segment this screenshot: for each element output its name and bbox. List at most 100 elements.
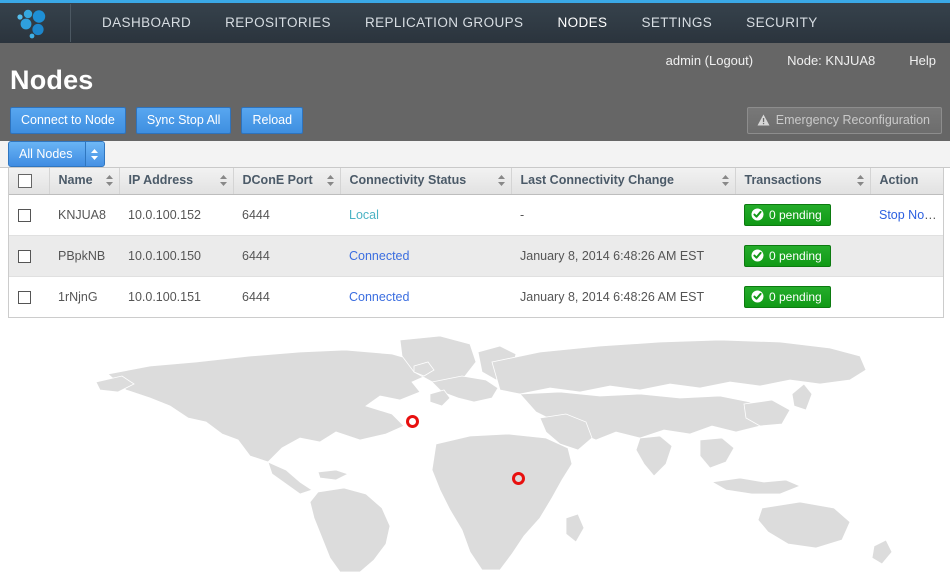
column-label-name: Name: [58, 173, 93, 188]
node-marker-africa[interactable]: [512, 472, 525, 485]
select-all-header: [9, 168, 50, 195]
row-select-cell: [9, 235, 49, 277]
nav-item-repositories[interactable]: REPOSITORIES: [208, 3, 348, 43]
nav-item-settings[interactable]: SETTINGS: [624, 3, 729, 43]
nav-item-list: DASHBOARD REPOSITORIES REPLICATION GROUP…: [85, 3, 835, 43]
nodes-page: DASHBOARD REPOSITORIES REPLICATION GROUP…: [0, 0, 950, 572]
status-badge[interactable]: 0 pending: [744, 244, 831, 267]
cell-action: Stop Node: [870, 194, 943, 236]
row-select-cell: [9, 194, 49, 236]
nav-item-nodes[interactable]: NODES: [540, 3, 624, 43]
nav-item-replication-groups[interactable]: REPLICATION GROUPS: [348, 3, 540, 43]
page-header-area: admin (Logout) Node: KNJUA8 Help Nodes C…: [0, 43, 950, 141]
sync-stop-all-button[interactable]: Sync Stop All: [135, 107, 232, 135]
table-row: PBpkNB 10.0.100.150 6444 Connected Janua…: [9, 235, 943, 277]
check-circle-icon: [751, 208, 764, 221]
cell-name: PBpkNB: [49, 235, 119, 277]
nav-item-security[interactable]: SECURITY: [729, 3, 834, 43]
cell-transactions: 0 pending: [735, 235, 870, 277]
row-checkbox[interactable]: [18, 290, 31, 304]
cell-ip-address: 10.0.100.151: [128, 289, 201, 304]
status-badge-label: 0 pending: [769, 289, 822, 304]
top-navigation-bar: DASHBOARD REPOSITORIES REPLICATION GROUP…: [0, 0, 950, 43]
user-logout-link[interactable]: admin (Logout): [666, 53, 753, 68]
table-row: 1rNjnG 10.0.100.151 6444 Connected Janua…: [9, 276, 943, 317]
select-all-checkbox[interactable]: [18, 173, 32, 188]
cell-last-connectivity-change: January 8, 2014 6:48:26 AM EST: [520, 289, 705, 304]
help-link[interactable]: Help: [909, 53, 936, 68]
sort-arrows-icon: [105, 174, 113, 186]
filter-bar: All Nodes: [0, 141, 950, 168]
connectivity-status-link[interactable]: Connected: [349, 290, 409, 304]
sort-arrows-icon: [721, 174, 729, 186]
world-map-svg: [95, 335, 893, 572]
emergency-reconfiguration-label: Emergency Reconfiguration: [775, 113, 930, 127]
column-header-connectivity-status[interactable]: Connectivity Status: [340, 168, 512, 195]
row-checkbox[interactable]: [18, 208, 31, 222]
column-label-dcone-port: DConE Port: [242, 173, 313, 188]
cell-transactions: 0 pending: [735, 276, 870, 317]
column-label-transactions: Transactions: [744, 173, 822, 188]
column-label-last-connectivity-change: Last Connectivity Change: [520, 173, 675, 188]
table-row: KNJUA8 10.0.100.152 6444 Local - 0 pendi…: [9, 194, 943, 236]
action-button-row: Connect to Node Sync Stop All Reload: [10, 107, 304, 135]
column-header-last-connectivity-change[interactable]: Last Connectivity Change: [511, 168, 736, 195]
emergency-reconfiguration-button[interactable]: Emergency Reconfiguration: [746, 107, 942, 135]
column-header-transactions[interactable]: Transactions: [735, 168, 871, 195]
cell-action: [870, 276, 943, 317]
cell-action: [870, 235, 943, 277]
cell-connectivity-status: Local: [340, 194, 511, 236]
sort-arrows-icon: [219, 174, 227, 186]
connectivity-status-link[interactable]: Local: [349, 208, 379, 222]
warning-triangle-icon: [757, 114, 770, 126]
world-map[interactable]: [0, 322, 950, 572]
check-circle-icon: [751, 290, 764, 303]
check-circle-icon: [751, 249, 764, 262]
cell-ip-address: 10.0.100.150: [119, 235, 233, 277]
column-label-connectivity-status: Connectivity Status: [349, 173, 467, 188]
current-node-label: Node: KNJUA8: [787, 53, 876, 68]
page-title: Nodes: [10, 65, 94, 95]
node-filter-value: All Nodes: [19, 147, 73, 161]
logo-divider: [70, 4, 71, 42]
cell-dcone-port: 6444: [233, 235, 340, 277]
cell-name: KNJUA8: [49, 194, 119, 236]
cluster-dots-logo[interactable]: [8, 3, 64, 43]
node-filter-select[interactable]: All Nodes: [8, 141, 105, 167]
column-header-dcone-port[interactable]: DConE Port: [233, 168, 341, 195]
sort-arrows-icon: [326, 174, 334, 186]
column-header-action: Action: [870, 168, 943, 195]
nodes-table: Name IP Address DConE Port Connectivity …: [9, 168, 943, 317]
nav-item-dashboard[interactable]: DASHBOARD: [85, 3, 208, 43]
row-checkbox[interactable]: [18, 249, 31, 263]
nodes-table-container: Name IP Address DConE Port Connectivity …: [8, 168, 944, 318]
status-badge-label: 0 pending: [769, 207, 822, 222]
sort-arrows-icon: [497, 174, 505, 186]
cell-dcone-port: 6444: [242, 289, 270, 304]
connect-to-node-button[interactable]: Connect to Node: [10, 107, 126, 135]
status-badge[interactable]: 0 pending: [744, 285, 831, 308]
cell-dcone-port: 6444: [233, 194, 340, 236]
column-label-action: Action: [879, 173, 919, 188]
node-marker-atlantic[interactable]: [406, 415, 419, 428]
cell-connectivity-status: Connected: [340, 276, 511, 317]
row-select-cell: [9, 276, 49, 317]
table-header-row: Name IP Address DConE Port Connectivity …: [9, 168, 943, 195]
user-tools: admin (Logout) Node: KNJUA8 Help: [666, 53, 936, 68]
cell-last-connectivity-change: January 8, 2014 6:48:26 AM EST: [511, 235, 735, 277]
stop-node-link[interactable]: Stop Node: [879, 208, 938, 222]
cell-last-connectivity-change: -: [511, 194, 735, 236]
column-header-name[interactable]: Name: [49, 168, 120, 195]
connectivity-status-link[interactable]: Connected: [349, 249, 409, 263]
column-header-ip-address[interactable]: IP Address: [119, 168, 234, 195]
reload-button[interactable]: Reload: [241, 107, 304, 135]
column-label-ip-address: IP Address: [128, 173, 194, 188]
updown-chevron-icon: [84, 142, 104, 166]
cell-connectivity-status: Connected: [340, 235, 511, 277]
status-badge[interactable]: 0 pending: [744, 203, 831, 226]
cell-ip-address: 10.0.100.152: [119, 194, 233, 236]
nodes-table-body: KNJUA8 10.0.100.152 6444 Local - 0 pendi…: [9, 194, 943, 317]
sort-arrows-icon: [856, 174, 864, 186]
cell-transactions: 0 pending: [735, 194, 870, 236]
cell-name: 1rNjnG: [58, 289, 98, 304]
